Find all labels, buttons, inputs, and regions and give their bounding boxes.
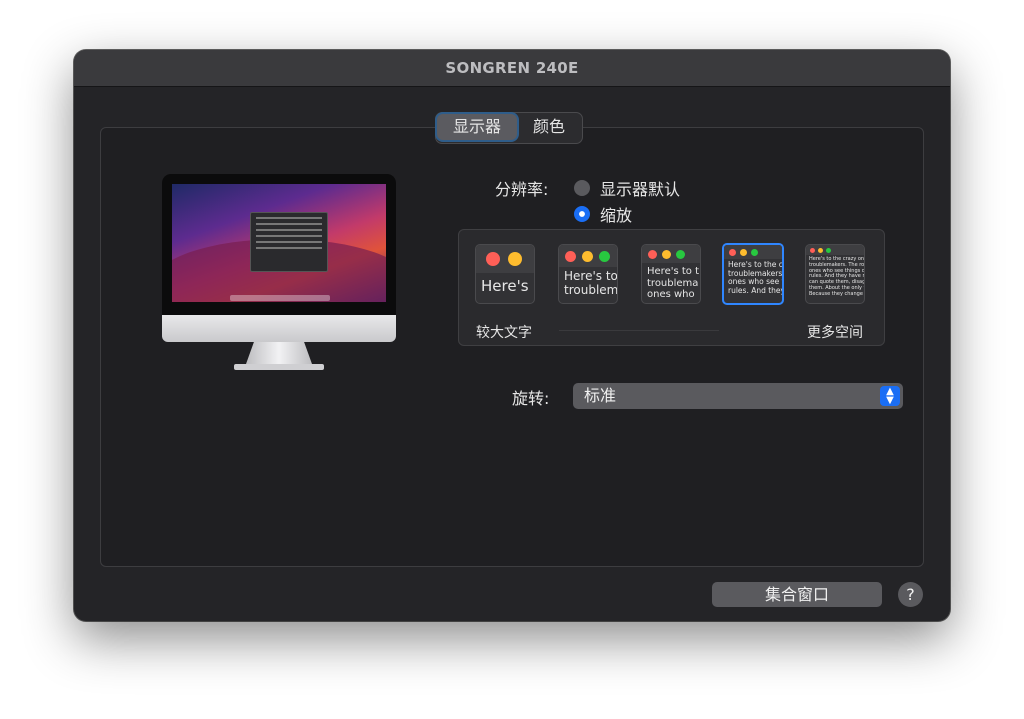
- dock: [230, 295, 330, 301]
- help-button[interactable]: ?: [898, 582, 923, 607]
- radio-default-for-display[interactable]: 显示器默认: [574, 176, 680, 200]
- chevron-updown-icon: ▲ ▼: [880, 386, 900, 406]
- yellow-dot-icon: [508, 252, 522, 266]
- tab-display[interactable]: 显示器: [437, 114, 518, 140]
- rotation-select[interactable]: 标准 ▲ ▼: [573, 383, 903, 409]
- green-dot-icon: [826, 247, 831, 253]
- scale-option-5[interactable]: Here's to the crazy one troublemakers. T…: [805, 244, 865, 304]
- scale-option-4-selected[interactable]: Here's to the cr troublemakers. ones who…: [722, 243, 784, 305]
- red-dot-icon: [729, 248, 736, 256]
- gather-windows-button[interactable]: 集合窗口: [712, 582, 882, 607]
- green-dot-icon: [599, 250, 610, 262]
- thumb-text-1: Here's: [481, 277, 529, 295]
- radio-label-default: 显示器默认: [600, 180, 681, 199]
- imac-foot: [234, 364, 324, 370]
- radio-button-selected[interactable]: [574, 206, 590, 222]
- green-dot-icon: [751, 248, 758, 256]
- window-title: SONGREN 240E: [74, 50, 950, 87]
- rotation-value: 标准: [584, 386, 617, 405]
- wallpaper: [172, 184, 386, 302]
- tab-control: 显示器 颜色: [435, 112, 584, 144]
- scale-divider: [559, 330, 719, 331]
- yellow-dot-icon: [818, 247, 823, 253]
- display-preferences-window: SONGREN 240E 显示器 颜色 分辨率: 显示器默认 缩放 Here's…: [74, 50, 950, 621]
- scale-option-2[interactable]: Here's to troublem: [558, 244, 618, 304]
- radio-button[interactable]: [574, 180, 590, 196]
- display-preview-image: [162, 174, 396, 379]
- scaling-options: Here's Here's to troublem Here's to t tr…: [458, 229, 885, 346]
- thumb-text-3: Here's to t troublema ones who: [647, 266, 699, 300]
- yellow-dot-icon: [662, 249, 671, 259]
- scale-option-1[interactable]: Here's: [475, 244, 535, 304]
- imac-stand: [246, 342, 312, 364]
- more-space-label: 更多空间: [807, 325, 863, 341]
- larger-text-label: 较大文字: [476, 325, 532, 341]
- thumb-text-2: Here's to troublem: [564, 269, 618, 297]
- thumb-text-4: Here's to the cr troublemakers. ones who…: [728, 260, 784, 295]
- radio-label-scaled: 缩放: [600, 206, 633, 225]
- rotation-label: 旋转:: [512, 389, 550, 408]
- thumb-text-5: Here's to the crazy one troublemakers. T…: [809, 256, 865, 297]
- tab-color[interactable]: 颜色: [517, 114, 581, 140]
- yellow-dot-icon: [740, 248, 747, 256]
- green-dot-icon: [676, 249, 685, 259]
- red-dot-icon: [565, 250, 576, 262]
- scale-option-3[interactable]: Here's to t troublema ones who: [641, 244, 701, 304]
- yellow-dot-icon: [582, 250, 593, 262]
- red-dot-icon: [486, 252, 500, 266]
- radio-scaled[interactable]: 缩放: [574, 202, 632, 226]
- imac-screen: [162, 174, 396, 315]
- red-dot-icon: [810, 247, 815, 253]
- imac-chin: [162, 315, 396, 342]
- red-dot-icon: [648, 249, 657, 259]
- resolution-label: 分辨率:: [495, 180, 549, 199]
